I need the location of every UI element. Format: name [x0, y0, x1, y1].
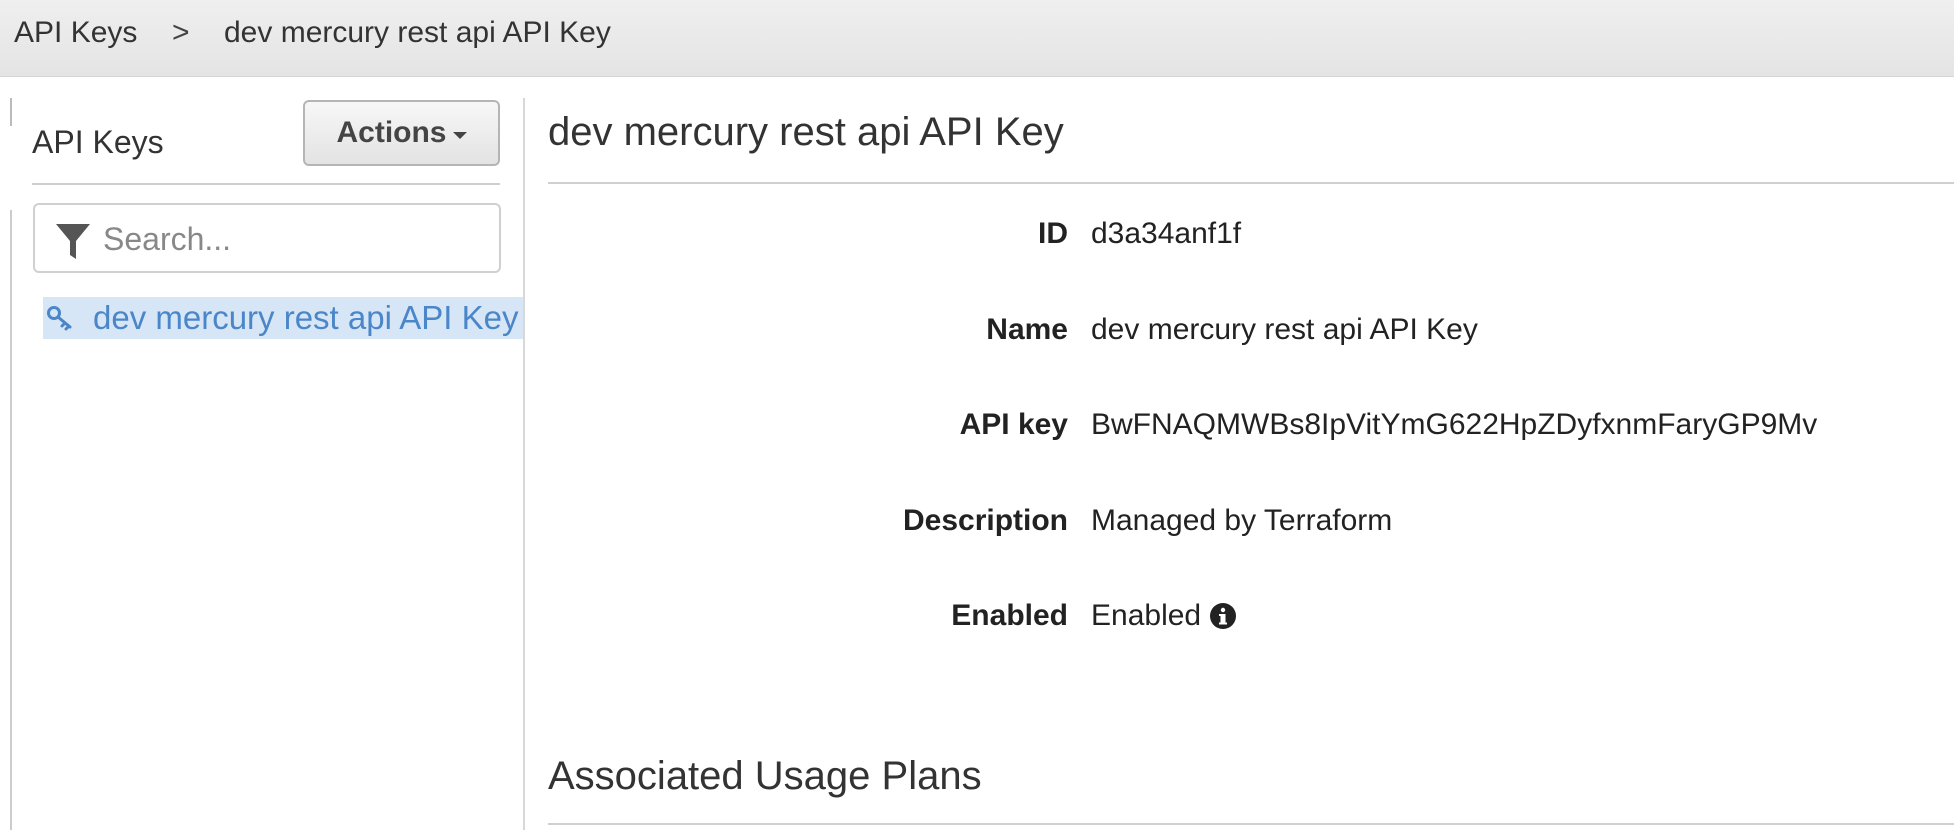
- name-value-text: dev mercury rest api API Key: [1091, 313, 1478, 346]
- id-value: d3a34anf1f: [1091, 217, 1241, 251]
- breadcrumb-root-link[interactable]: API Keys: [14, 16, 137, 50]
- description-value: Managed by Terraform: [1091, 504, 1392, 538]
- caret-down-icon: [452, 131, 467, 139]
- sidebar-title: API Keys: [32, 124, 164, 160]
- description-label: Description: [902, 504, 1068, 537]
- info-icon[interactable]: [1209, 602, 1237, 630]
- actions-button[interactable]: Actions: [303, 100, 500, 166]
- id-value-text: d3a34anf1f: [1091, 217, 1242, 250]
- breadcrumb-separator: >: [172, 16, 190, 49]
- actions-button-label: Actions: [336, 116, 447, 149]
- enabled-value-text: Enabled: [1091, 599, 1202, 632]
- search-box: [33, 203, 501, 273]
- panel-edge: [10, 210, 12, 830]
- sidebar-divider: [32, 183, 500, 185]
- enabled-value: Enabled: [1091, 599, 1237, 633]
- page-title: dev mercury rest api API Key: [548, 110, 1064, 154]
- usage-plans-heading: Associated Usage Plans: [548, 754, 982, 798]
- sidebar-item-api-key[interactable]: dev mercury rest api API Key: [43, 297, 523, 339]
- sidebar-item-label: dev mercury rest api API Key: [93, 299, 519, 336]
- enabled-label: Enabled: [951, 599, 1068, 632]
- section-divider: [548, 823, 1954, 825]
- description-value-text: Managed by Terraform: [1091, 504, 1393, 537]
- name-value: dev mercury rest api API Key: [1091, 313, 1478, 347]
- panel-splitter[interactable]: [523, 98, 525, 830]
- panel-edge: [10, 98, 12, 126]
- api-key-value-text: BwFNAQMWBs8IpVitYmG622HpZDyfxnmFaryGP9Mv: [1091, 408, 1818, 441]
- api-key-value: BwFNAQMWBs8IpVitYmG622HpZDyfxnmFaryGP9Mv: [1091, 408, 1817, 442]
- search-input[interactable]: [101, 215, 485, 263]
- title-divider: [548, 182, 1954, 184]
- id-label: ID: [1038, 217, 1068, 250]
- breadcrumb-bar: API Keys > dev mercury rest api API Key: [0, 0, 1954, 77]
- breadcrumb-current: dev mercury rest api API Key: [224, 16, 611, 49]
- key-icon: [47, 306, 72, 331]
- name-label: Name: [986, 313, 1068, 346]
- filter-icon: [56, 224, 90, 259]
- api-key-label: API key: [959, 408, 1068, 441]
